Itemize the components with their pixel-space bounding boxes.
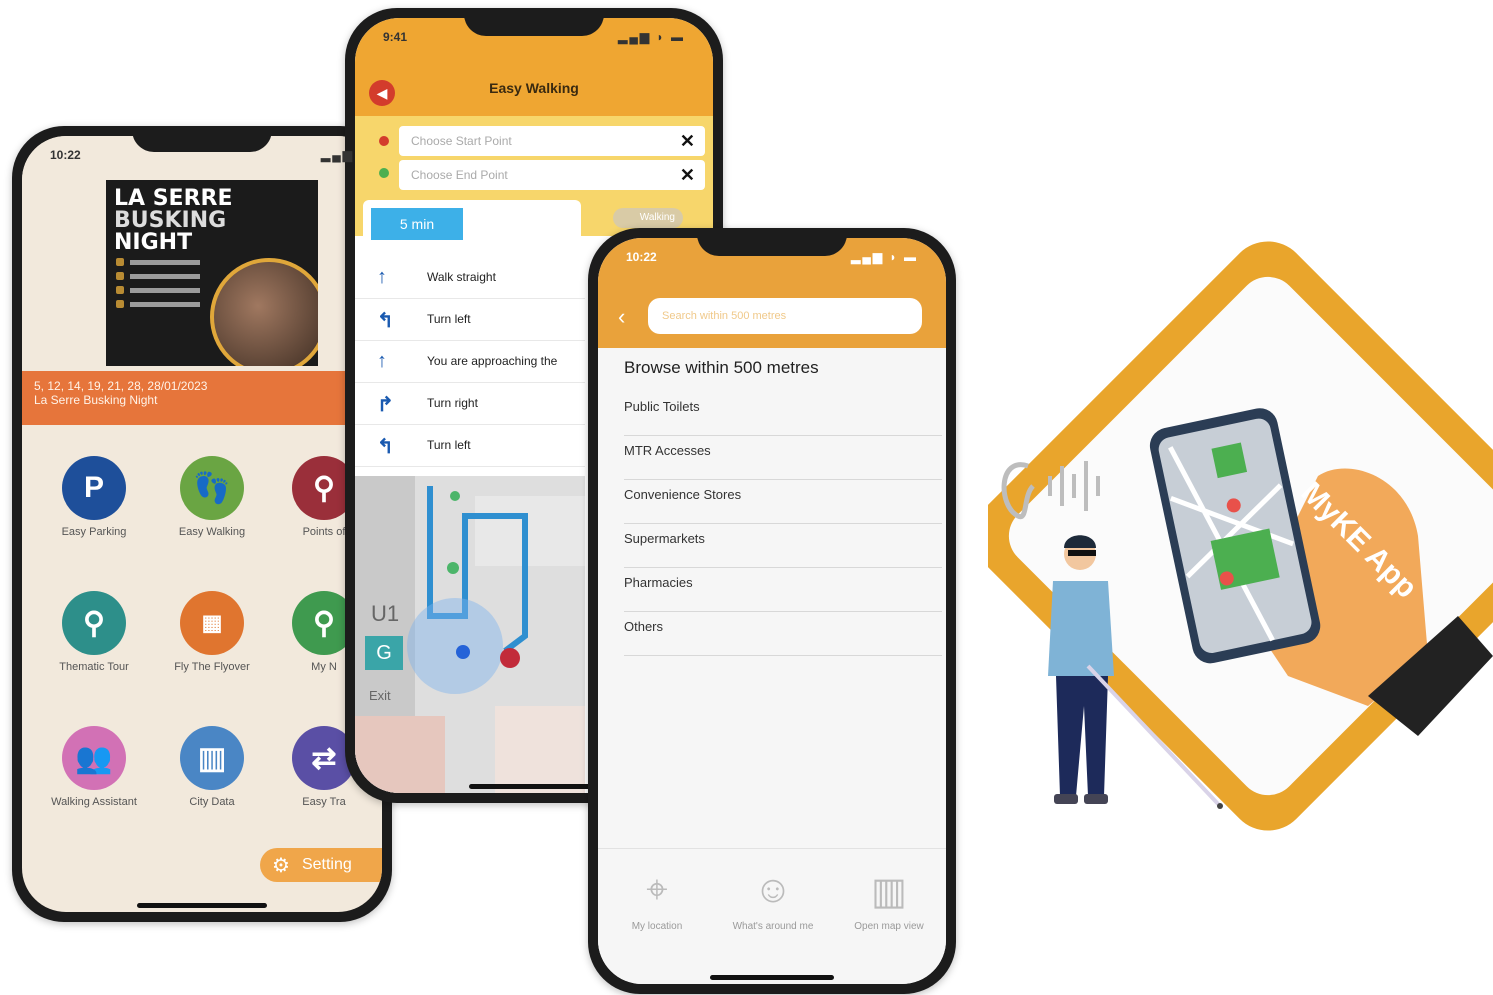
- map-phone-illustration: [1149, 408, 1321, 664]
- indoor-map[interactable]: U1 G Exit: [355, 476, 585, 793]
- category-public-toilets[interactable]: Public Toilets: [624, 392, 942, 436]
- category-convenience-stores[interactable]: Convenience Stores: [624, 480, 942, 524]
- direction-step[interactable]: ↱ Turn right: [355, 382, 585, 425]
- floor-g-button[interactable]: G: [365, 636, 403, 670]
- floor-u1-label[interactable]: U1: [371, 601, 399, 627]
- folded-map-icon: ▥: [871, 871, 907, 913]
- walking-mode-button[interactable]: Walking: [613, 208, 683, 228]
- end-dot-icon: [379, 168, 389, 178]
- phone-browse-nearby: 10:22 ▂▄▆ ◗ ▬ ‹ Search within 500 metres…: [588, 228, 956, 994]
- sound-wave-icon: [1048, 461, 1100, 511]
- promo-illustration: [1001, 408, 1493, 809]
- status-time: 9:41: [383, 30, 408, 44]
- parking-icon: P: [62, 456, 126, 520]
- clear-start-icon[interactable]: ✕: [680, 126, 695, 156]
- start-dot-icon: [379, 136, 389, 146]
- map-drawing: [355, 476, 585, 793]
- direction-step[interactable]: ↰ Turn left: [355, 298, 585, 341]
- phone-home-screen: 10:22 ▂▄▆ LA SERRE BUSKING NIGHT 5, 12, …: [12, 126, 392, 922]
- arrow-up-icon: ↑: [377, 266, 387, 288]
- setting-label: Setting: [301, 856, 352, 873]
- category-pharmacies[interactable]: Pharmacies: [624, 568, 942, 612]
- arrow-up-icon: ↑: [377, 350, 387, 372]
- browse-screen: 10:22 ▂▄▆ ◗ ▬ ‹ Search within 500 metres…: [598, 238, 946, 984]
- poster-details: [116, 260, 206, 316]
- status-time: 10:22: [50, 148, 81, 162]
- home-indicator: [137, 903, 267, 908]
- poster-title: LA SERRE BUSKING NIGHT: [114, 186, 233, 255]
- direction-step[interactable]: ↰ Turn left: [355, 424, 585, 467]
- assistant-people-icon: 👥: [62, 726, 126, 790]
- nav-whats-around-me[interactable]: ☺ What's around me: [718, 869, 828, 932]
- direction-step[interactable]: ↑ Walk straight: [355, 256, 585, 299]
- nav-my-location[interactable]: ⌖ My location: [602, 869, 712, 932]
- signal-wifi-battery-icon: ▂▄▆ ◗ ▬: [851, 250, 918, 264]
- status-time: 10:22: [626, 250, 657, 264]
- search-input[interactable]: Search within 500 metres: [648, 298, 922, 334]
- signal-icon: ▂▄▆: [321, 148, 354, 162]
- status-bar: 10:22 ▂▄▆: [50, 148, 354, 166]
- duration-badge[interactable]: 5 min: [371, 208, 463, 240]
- turn-left-icon: ↰: [377, 310, 394, 332]
- tile-easy-walking[interactable]: 👣 Easy Walking: [162, 456, 262, 538]
- category-mtr-accesses[interactable]: MTR Accesses: [624, 436, 942, 480]
- gear-icon: ⚙: [272, 854, 290, 877]
- home-indicator: [710, 975, 834, 980]
- bottom-nav: ⌖ My location ☺ What's around me ▥ Open …: [598, 848, 946, 984]
- exit-label: Exit: [369, 688, 391, 703]
- direction-step[interactable]: ↑ You are approaching the: [355, 340, 585, 383]
- home-indicator: [469, 784, 599, 789]
- event-name: La Serre Busking Night: [34, 393, 158, 407]
- setting-button[interactable]: ⚙ Setting: [260, 848, 382, 882]
- tile-fly-the-flyover[interactable]: ▦ Fly The Flyover: [162, 591, 262, 673]
- nav-open-map-view[interactable]: ▥ Open map view: [834, 869, 944, 932]
- end-point-input[interactable]: Choose End Point ✕: [399, 160, 705, 190]
- category-others[interactable]: Others: [624, 612, 942, 656]
- status-bar: 9:41 ▂▄▆ ◗ ▬: [383, 30, 685, 48]
- turn-right-icon: ↱: [377, 394, 394, 416]
- clear-end-icon[interactable]: ✕: [680, 160, 695, 190]
- route-inputs: Choose Start Point ✕ Choose End Point ✕: [355, 116, 713, 196]
- poster-photo: [210, 258, 318, 366]
- list-heading: Browse within 500 metres: [624, 358, 819, 377]
- ear-icon: [1001, 462, 1036, 520]
- event-banner[interactable]: LA SERRE BUSKING NIGHT: [22, 136, 382, 371]
- home-screen: 10:22 ▂▄▆ LA SERRE BUSKING NIGHT 5, 12, …: [22, 136, 382, 912]
- tile-walking-assistant[interactable]: 👥 Walking Assistant: [44, 726, 144, 808]
- signal-wifi-battery-icon: ▂▄▆ ◗ ▬: [618, 30, 685, 44]
- tile-city-data[interactable]: ▥ City Data: [162, 726, 262, 808]
- promo-graphic: MyKE App: [988, 236, 1493, 900]
- turn-left-icon: ↰: [377, 436, 394, 458]
- page-title: Easy Walking: [489, 80, 579, 96]
- footsteps-icon: 👣: [180, 456, 244, 520]
- city-data-icon: ▥: [180, 726, 244, 790]
- crosshair-icon: ⌖: [646, 869, 668, 911]
- start-point-input[interactable]: Choose Start Point ✕: [399, 126, 705, 156]
- person-pin-icon: ☺: [753, 869, 793, 911]
- event-caption[interactable]: 5, 12, 14, 19, 21, 28, 28/01/2023 La Ser…: [22, 371, 382, 425]
- event-dates: 5, 12, 14, 19, 21, 28, 28/01/2023: [34, 379, 208, 393]
- category-supermarkets[interactable]: Supermarkets: [624, 524, 942, 568]
- status-bar: 10:22 ▂▄▆ ◗ ▬: [626, 250, 918, 268]
- flyover-icon: ▦: [180, 591, 244, 655]
- tile-thematic-tour[interactable]: ⚲ Thematic Tour: [44, 591, 144, 673]
- back-chevron-icon[interactable]: ‹: [618, 304, 625, 330]
- tour-pins-icon: ⚲: [62, 591, 126, 655]
- event-poster[interactable]: LA SERRE BUSKING NIGHT: [106, 180, 318, 366]
- tile-easy-parking[interactable]: P Easy Parking: [44, 456, 144, 538]
